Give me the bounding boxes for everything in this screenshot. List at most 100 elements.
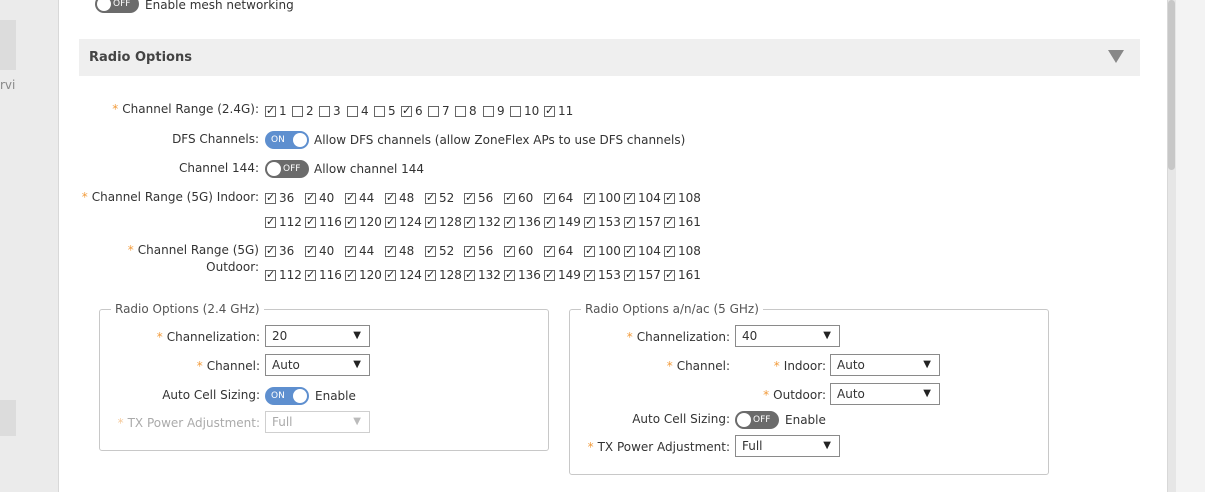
channel-checkbox-100[interactable]: 100 [584, 243, 621, 259]
radio-options-header[interactable]: Radio Options [79, 39, 1140, 76]
checkmark-icon[interactable] [385, 215, 396, 228]
checkmark-icon[interactable] [464, 268, 475, 281]
channel-checkbox-136[interactable]: 136 [504, 214, 541, 230]
checkmark-icon[interactable] [265, 244, 276, 257]
channel-checkbox-112[interactable]: 112 [265, 267, 302, 283]
channel-checkbox-5[interactable]: 5 [374, 103, 396, 119]
checkmark-icon[interactable] [664, 268, 675, 281]
checkbox-empty-icon[interactable] [455, 106, 466, 117]
channel-checkbox-116[interactable]: 116 [305, 214, 342, 230]
checkmark-icon[interactable] [265, 191, 276, 204]
channel-checkbox-56[interactable]: 56 [464, 190, 493, 206]
channel-checkbox-10[interactable]: 10 [510, 103, 539, 119]
checkmark-icon[interactable] [385, 244, 396, 257]
channel-checkbox-6[interactable]: 6 [401, 103, 423, 119]
channel-checkbox-112[interactable]: 112 [265, 214, 302, 230]
checkmark-icon[interactable] [464, 244, 475, 257]
checkbox-empty-icon[interactable] [510, 106, 521, 117]
channel-144-toggle[interactable]: OFF [265, 160, 309, 178]
checkmark-icon[interactable] [664, 215, 675, 228]
channel-checkbox-132[interactable]: 132 [464, 214, 501, 230]
channel-checkbox-11[interactable]: 11 [544, 103, 573, 119]
checkbox-empty-icon[interactable] [292, 106, 303, 117]
checkmark-icon[interactable] [385, 268, 396, 281]
channel-checkbox-128[interactable]: 128 [425, 214, 462, 230]
checkmark-icon[interactable] [345, 268, 356, 281]
channel-checkbox-132[interactable]: 132 [464, 267, 501, 283]
channel-checkbox-161[interactable]: 161 [664, 214, 701, 230]
checkmark-icon[interactable] [401, 104, 412, 117]
checkmark-icon[interactable] [664, 191, 675, 204]
channel-checkbox-1[interactable]: 1 [265, 103, 287, 119]
checkmark-icon[interactable] [544, 104, 555, 117]
channelization-24-select[interactable]: 20 ▼ [265, 325, 370, 347]
channel-checkbox-153[interactable]: 153 [584, 214, 621, 230]
collapse-arrow-icon[interactable] [1108, 50, 1124, 63]
tx-power-5-select[interactable]: Full ▼ [735, 435, 840, 457]
channel-checkbox-8[interactable]: 8 [455, 103, 477, 119]
outdoor-channel-select[interactable]: Auto ▼ [830, 383, 940, 405]
checkmark-icon[interactable] [265, 104, 276, 117]
auto-cell-5-toggle[interactable]: OFF [735, 411, 779, 429]
channel-checkbox-120[interactable]: 120 [345, 267, 382, 283]
channel-checkbox-40[interactable]: 40 [305, 243, 334, 259]
channel-checkbox-124[interactable]: 124 [385, 267, 422, 283]
channel-checkbox-48[interactable]: 48 [385, 243, 414, 259]
checkmark-icon[interactable] [305, 244, 316, 257]
checkmark-icon[interactable] [624, 268, 635, 281]
channel-checkbox-60[interactable]: 60 [504, 190, 533, 206]
checkmark-icon[interactable] [584, 191, 595, 204]
checkmark-icon[interactable] [664, 244, 675, 257]
channel-checkbox-56[interactable]: 56 [464, 243, 493, 259]
channel-checkbox-120[interactable]: 120 [345, 214, 382, 230]
channel-checkbox-3[interactable]: 3 [319, 103, 341, 119]
channel-checkbox-4[interactable]: 4 [347, 103, 369, 119]
channel-checkbox-136[interactable]: 136 [504, 267, 541, 283]
checkmark-icon[interactable] [584, 215, 595, 228]
channel-checkbox-108[interactable]: 108 [664, 243, 701, 259]
checkmark-icon[interactable] [624, 244, 635, 257]
checkmark-icon[interactable] [345, 215, 356, 228]
channel-checkbox-124[interactable]: 124 [385, 214, 422, 230]
channel-checkbox-157[interactable]: 157 [624, 214, 661, 230]
channel-checkbox-149[interactable]: 149 [544, 214, 581, 230]
checkbox-empty-icon[interactable] [347, 106, 358, 117]
channel-checkbox-108[interactable]: 108 [664, 190, 701, 206]
dfs-channels-toggle[interactable]: ON [265, 131, 309, 149]
channel-checkbox-48[interactable]: 48 [385, 190, 414, 206]
checkmark-icon[interactable] [584, 268, 595, 281]
checkmark-icon[interactable] [425, 191, 436, 204]
checkbox-empty-icon[interactable] [428, 106, 439, 117]
scrollbar-thumb[interactable] [1168, 0, 1175, 170]
channel-checkbox-64[interactable]: 64 [544, 190, 573, 206]
checkmark-icon[interactable] [385, 191, 396, 204]
checkmark-icon[interactable] [464, 215, 475, 228]
channel-checkbox-9[interactable]: 9 [483, 103, 505, 119]
checkmark-icon[interactable] [464, 191, 475, 204]
checkmark-icon[interactable] [425, 268, 436, 281]
checkmark-icon[interactable] [504, 244, 515, 257]
tx-power-24-select[interactable]: Full ▼ [265, 411, 370, 433]
channel-checkbox-64[interactable]: 64 [544, 243, 573, 259]
channel-checkbox-149[interactable]: 149 [544, 267, 581, 283]
checkmark-icon[interactable] [544, 191, 555, 204]
checkmark-icon[interactable] [504, 268, 515, 281]
channel-24-select[interactable]: Auto ▼ [265, 354, 370, 376]
channel-checkbox-2[interactable]: 2 [292, 103, 314, 119]
channel-checkbox-161[interactable]: 161 [664, 267, 701, 283]
checkmark-icon[interactable] [624, 191, 635, 204]
checkmark-icon[interactable] [265, 268, 276, 281]
channel-checkbox-7[interactable]: 7 [428, 103, 450, 119]
channelization-5-select[interactable]: 40 ▼ [735, 325, 840, 347]
checkmark-icon[interactable] [345, 244, 356, 257]
channel-checkbox-100[interactable]: 100 [584, 190, 621, 206]
channel-checkbox-44[interactable]: 44 [345, 243, 374, 259]
checkmark-icon[interactable] [624, 215, 635, 228]
checkmark-icon[interactable] [305, 191, 316, 204]
channel-checkbox-104[interactable]: 104 [624, 190, 661, 206]
checkmark-icon[interactable] [584, 244, 595, 257]
checkmark-icon[interactable] [544, 215, 555, 228]
channel-checkbox-128[interactable]: 128 [425, 267, 462, 283]
checkmark-icon[interactable] [504, 191, 515, 204]
checkmark-icon[interactable] [265, 215, 276, 228]
